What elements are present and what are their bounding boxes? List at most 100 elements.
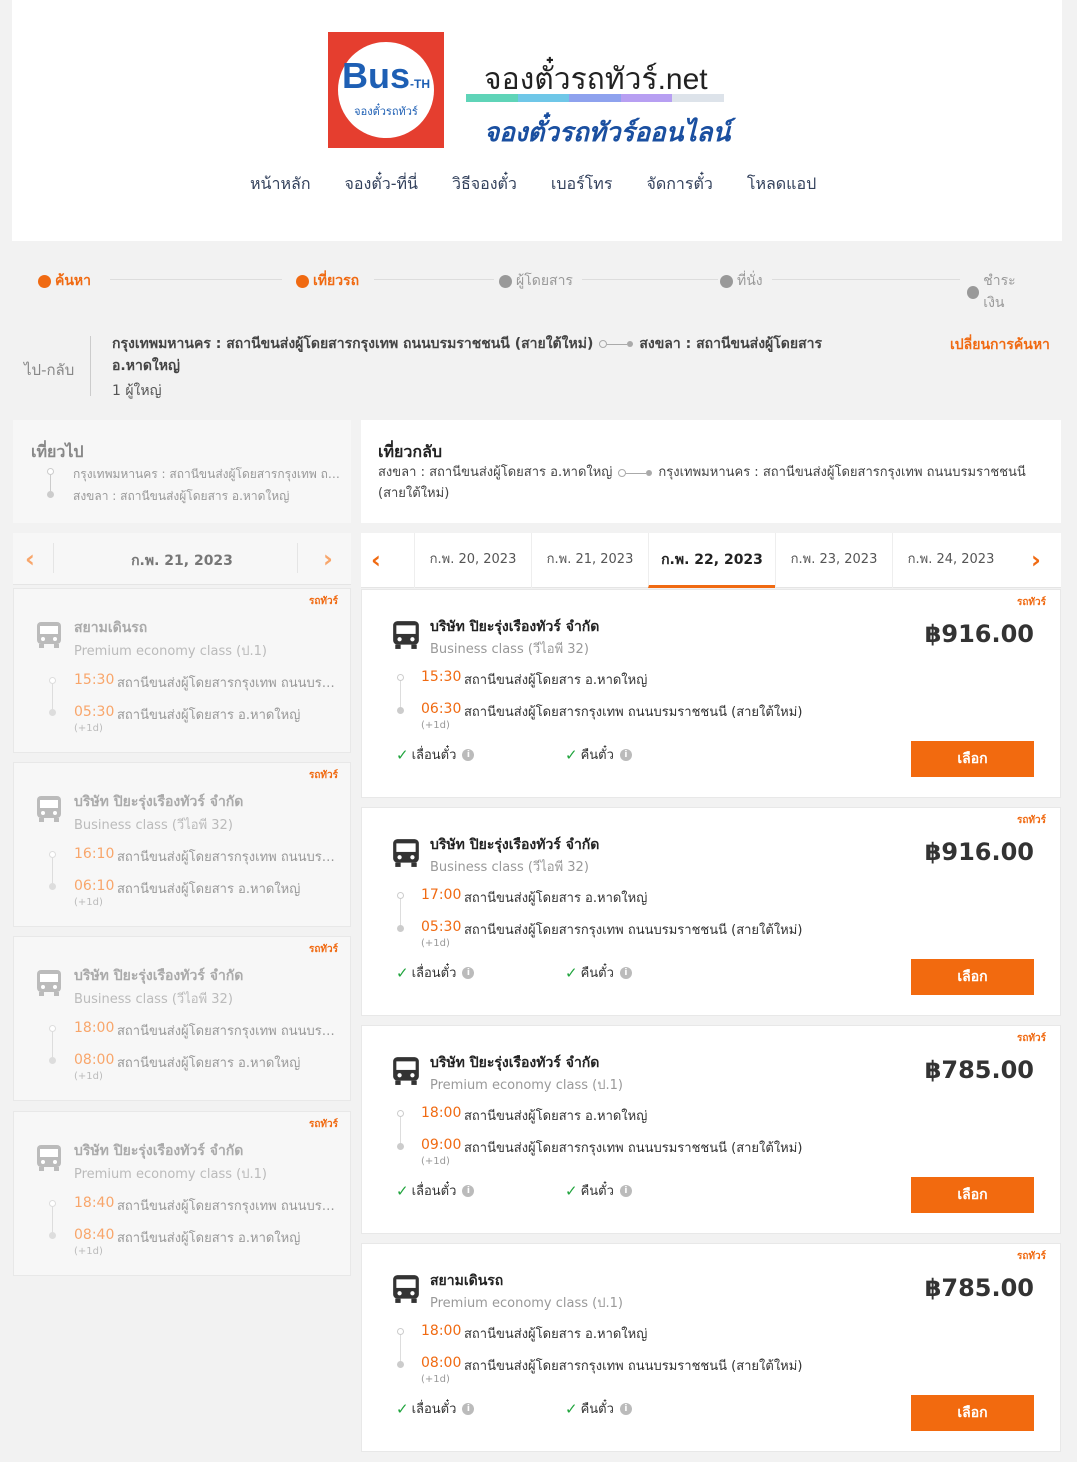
info-icon[interactable]: i — [462, 966, 475, 979]
bus-icon — [393, 1275, 419, 1303]
step-search[interactable]: ค้นหา — [38, 270, 96, 292]
plus-day: (+1d) — [74, 897, 103, 908]
departure-station: สถานีขนส่งผู้โดยสารกรุงเทพ ถนนบรมราชชนนี… — [117, 1199, 339, 1214]
trip-tag: รถทัวร์ — [1016, 815, 1046, 826]
nav-download-app[interactable]: โหลดแอป — [747, 172, 816, 197]
arrival-station: สถานีขนส่งผู้โดยสารกรุงเทพ ถนนบรมราชชนนี… — [464, 1141, 803, 1156]
origin-dot — [49, 851, 56, 858]
bus-icon — [393, 1057, 419, 1085]
departure-station: สถานีขนส่งผู้โดยสาร อ.หาดใหญ่ — [464, 1109, 648, 1124]
info-icon[interactable]: i — [462, 1184, 475, 1197]
route-line — [400, 678, 401, 708]
arrival-time: 08:00 — [421, 1355, 462, 1371]
arrival-station: สถานีขนส่งผู้โดยสาร อ.หาดใหญ่ — [117, 708, 301, 723]
reschedule-feature: ✓ เลื่อนตั๋ว i — [396, 744, 475, 765]
step-dot — [296, 274, 309, 288]
arrival-station: สถานีขนส่งผู้โดยสาร อ.หาดใหญ่ — [117, 882, 301, 897]
nav-home[interactable]: หน้าหลัก — [250, 172, 311, 197]
step-connector — [110, 279, 282, 280]
trip-tag: รถทัวร์ — [308, 944, 338, 955]
outbound-header[interactable]: เที่ยวไป กรุงเทพมหานคร : สถานีขนส่งผู้โด… — [13, 420, 351, 523]
operator-name: สยามเดินรถ — [430, 1273, 504, 1289]
info-icon[interactable]: i — [462, 748, 475, 761]
departure-station: สถานีขนส่งผู้โดยสาร อ.หาดใหญ่ — [464, 1327, 648, 1342]
chevron-right-icon[interactable]: › — [1031, 548, 1041, 572]
date-tab[interactable]: ก.พ. 24, 2023 — [892, 533, 1009, 588]
booking-steps: ค้นหา เที่ยวรถ ผู้โดยสาร ที่นั่ง ชำระเงิ… — [38, 270, 1038, 314]
arrival-time: 05:30 — [74, 704, 115, 720]
check-icon: ✓ — [565, 1181, 578, 1200]
route-connector-icon — [599, 340, 634, 348]
departure-time: 18:00 — [421, 1323, 462, 1339]
outbound-trip-card[interactable]: รถทัวร์ บริษัท ปิยะรุ่งเรืองทัวร์ จำกัด … — [13, 936, 351, 1101]
bus-icon — [37, 796, 61, 822]
brand-bar-segment — [569, 94, 621, 102]
trip-tag: รถทัวร์ — [308, 770, 338, 781]
arrival-time: 06:10 — [74, 878, 115, 894]
route-connector-icon — [618, 468, 653, 477]
ticket-price: ฿785.00 — [924, 1274, 1034, 1302]
step-trips[interactable]: เที่ยวรถ — [296, 270, 364, 292]
destination-dot — [397, 1143, 404, 1150]
reschedule-feature: ✓ เลื่อนตั๋ว i — [396, 962, 475, 983]
bus-class: Business class (วีไอพี 32) — [430, 642, 589, 657]
select-button[interactable]: เลือก — [911, 1177, 1034, 1213]
arrival-station: สถานีขนส่งผู้โดยสาร อ.หาดใหญ่ — [117, 1231, 301, 1246]
destination-dot — [49, 709, 56, 716]
nav-how-to-book[interactable]: วิธีจองตั๋ว — [452, 172, 517, 197]
info-icon[interactable]: i — [619, 1402, 632, 1415]
step-label: ชำระเงิน — [983, 273, 1016, 311]
select-button[interactable]: เลือก — [911, 1395, 1034, 1431]
bus-icon — [37, 1145, 61, 1171]
check-icon: ✓ — [396, 745, 409, 764]
outbound-trip-card[interactable]: รถทัวร์ บริษัท ปิยะรุ่งเรืองทัวร์ จำกัด … — [13, 1111, 351, 1276]
search-route: กรุงเทพมหานคร : สถานีขนส่งผู้โดยสารกรุงเ… — [112, 333, 872, 377]
info-icon[interactable]: i — [619, 966, 632, 979]
nav-book-ticket[interactable]: จองตั๋ว-ที่นี่ — [345, 172, 418, 197]
departure-time: 16:10 — [74, 846, 115, 862]
ticket-price: ฿916.00 — [924, 620, 1034, 648]
date-tab[interactable]: ก.พ. 23, 2023 — [775, 533, 892, 588]
date-tab-selected[interactable]: ก.พ. 22, 2023 — [648, 533, 775, 588]
info-icon[interactable]: i — [619, 1184, 632, 1197]
bus-icon — [393, 621, 419, 649]
chevron-right-icon[interactable]: › — [323, 547, 333, 571]
route-line — [52, 681, 53, 711]
nav-phone[interactable]: เบอร์โทร — [551, 172, 613, 197]
divider — [90, 336, 91, 396]
bus-th-logo[interactable]: Bus-TH จองตั๋วรถทัวร์ — [328, 32, 444, 148]
date-tab[interactable]: ก.พ. 20, 2023 — [414, 533, 531, 588]
origin-dot — [47, 468, 54, 475]
operator-name: บริษัท ปิยะรุ่งเรืองทัวร์ จำกัด — [74, 968, 244, 984]
chevron-left-icon[interactable]: ‹ — [371, 548, 381, 572]
date-tab[interactable]: ก.พ. 21, 2023 — [531, 533, 648, 588]
operator-name: สยามเดินรถ — [74, 620, 148, 636]
step-dot — [720, 274, 733, 288]
arrival-time: 05:30 — [421, 919, 462, 935]
route-line — [52, 855, 53, 885]
info-icon[interactable]: i — [462, 1402, 475, 1415]
select-button[interactable]: เลือก — [911, 741, 1034, 777]
destination-dot — [397, 1361, 404, 1368]
outbound-trip-card[interactable]: รถทัวร์ สยามเดินรถ Premium economy class… — [13, 588, 351, 753]
step-dot — [967, 285, 980, 299]
return-header: เที่ยวกลับ สงขลา : สถานีขนส่งผู้โดยสาร อ… — [361, 420, 1061, 523]
operator-name: บริษัท ปิยะรุ่งเรืองทัวร์ จำกัด — [430, 837, 600, 853]
check-icon: ✓ — [565, 963, 578, 982]
change-search-link[interactable]: เปลี่ยนการค้นหา — [950, 334, 1050, 356]
check-icon: ✓ — [565, 1399, 578, 1418]
step-label: เที่ยวรถ — [313, 273, 360, 289]
arrival-time: 08:00 — [74, 1052, 115, 1068]
outbound-trip-card[interactable]: รถทัวร์ บริษัท ปิยะรุ่งเรืองทัวร์ จำกัด … — [13, 762, 351, 927]
brand-bar-segment — [466, 94, 518, 102]
select-button[interactable]: เลือก — [911, 959, 1034, 995]
info-icon[interactable]: i — [619, 748, 632, 761]
destination-dot — [47, 491, 54, 498]
nav-manage-ticket[interactable]: จัดการตั๋ว — [646, 172, 712, 197]
step-label: ที่นั่ง — [737, 273, 763, 289]
outbound-title: เที่ยวไป — [31, 442, 84, 461]
plus-day: (+1d) — [421, 1156, 450, 1167]
feature-label: เลื่อนตั๋ว — [411, 1402, 457, 1417]
trip-tag: รถทัวร์ — [1016, 1251, 1046, 1262]
departure-time: 15:30 — [421, 669, 462, 685]
